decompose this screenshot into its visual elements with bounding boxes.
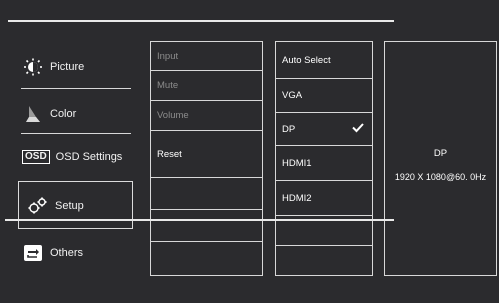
submenu-item-label: DP: [282, 123, 296, 135]
menu-item-empty: [151, 178, 262, 210]
submenu-item-label: HDMI1: [282, 157, 312, 169]
submenu-item-label: HDMI2: [282, 192, 312, 204]
menu-item-volume[interactable]: Volume: [151, 101, 262, 131]
checkmark-icon: [352, 123, 364, 136]
menu-item-label: Mute: [157, 80, 179, 91]
sidebar-item-setup[interactable]: Setup: [27, 196, 84, 216]
sidebar-item-label: Color: [50, 108, 77, 120]
setup-menu: Input Mute Volume Reset: [150, 41, 263, 276]
signal-info-panel: DP 1920 X 1080@60. 0Hz: [384, 41, 497, 276]
input-submenu: Auto Select VGA DP HDMI1 HDMI2: [275, 41, 373, 276]
submenu-item-hdmi2[interactable]: HDMI2: [276, 181, 372, 216]
picture-icon: [22, 57, 44, 77]
input-source-value: DP: [433, 148, 448, 159]
menu-item-empty: [151, 210, 262, 242]
submenu-item-vga[interactable]: VGA: [276, 79, 372, 113]
sidebar-item-picture[interactable]: Picture: [22, 57, 84, 77]
selection-rule: [5, 219, 394, 221]
submenu-item-label: VGA: [282, 90, 303, 101]
setup-icon: [27, 196, 49, 216]
submenu-item-empty: [276, 246, 372, 275]
sidebar-item-label: Others: [50, 247, 84, 259]
menu-item-label: Input: [157, 50, 179, 62]
submenu-item-dp[interactable]: DP: [276, 113, 372, 146]
resolution-value: 1920 X 1080@60. 0Hz: [394, 172, 487, 182]
sidebar-item-others[interactable]: Others: [22, 243, 83, 263]
submenu-item-label: Auto Select: [282, 54, 331, 66]
menu-item-label: Reset: [157, 148, 182, 160]
menu-item-label: Volume: [157, 110, 189, 121]
menu-item-mute[interactable]: Mute: [151, 71, 262, 101]
sidebar-item-osd-settings[interactable]: OSD OSD Settings: [22, 150, 122, 164]
sidebar-item-color[interactable]: Color: [22, 104, 76, 124]
sidebar-item-label: Picture: [50, 61, 85, 73]
menu-item-empty: [151, 242, 262, 275]
menu-item-input[interactable]: Input: [151, 42, 262, 71]
sidebar-divider: [21, 88, 131, 89]
sidebar-divider: [21, 133, 131, 134]
menu-item-reset[interactable]: Reset: [151, 131, 262, 178]
submenu-item-hdmi1[interactable]: HDMI1: [276, 146, 372, 181]
sidebar-item-label: OSD Settings: [55, 151, 123, 163]
top-rule: [8, 20, 394, 22]
submenu-item-auto-select[interactable]: Auto Select: [276, 42, 372, 79]
sidebar-item-label: Setup: [55, 200, 84, 212]
others-icon: [22, 243, 44, 263]
color-icon: [22, 104, 44, 124]
osd-icon: OSD: [22, 150, 50, 164]
